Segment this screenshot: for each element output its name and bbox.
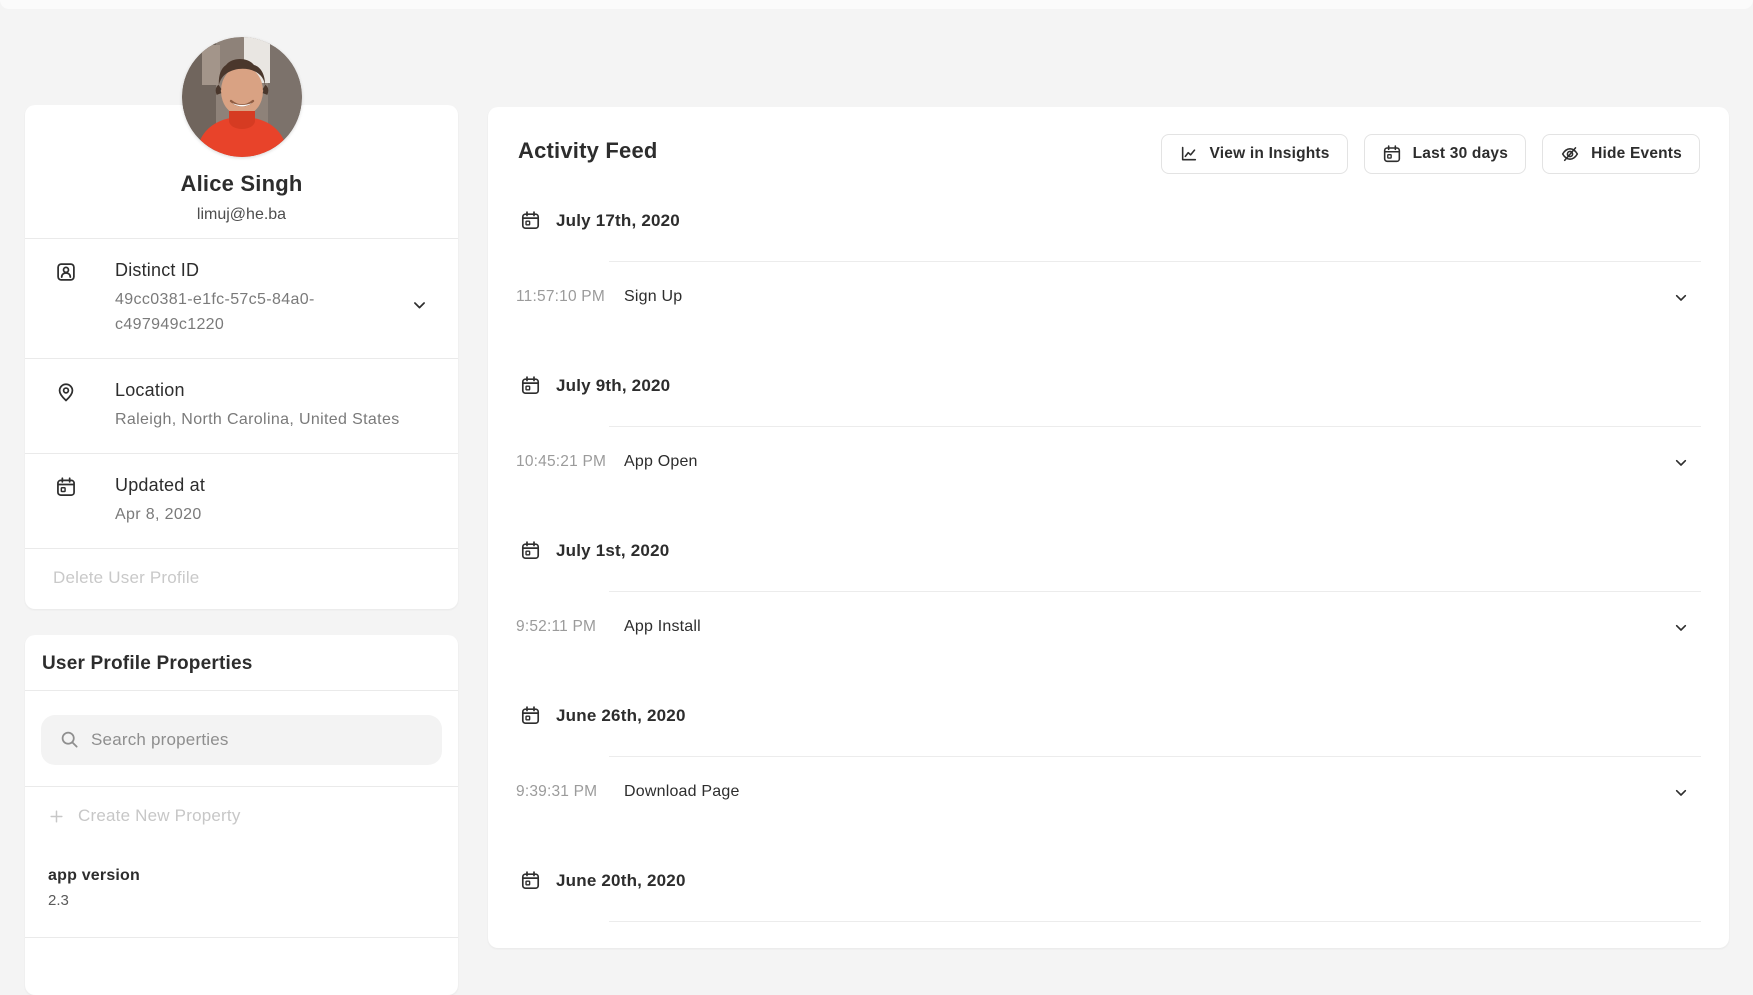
event-name: App Install (624, 618, 701, 636)
property-value: 2.3 (48, 891, 435, 910)
button-label: View in Insights (1210, 145, 1330, 163)
event-name: App Open (624, 453, 698, 471)
calendar-icon (520, 210, 541, 231)
date-header: July 1st, 2020 (516, 540, 1701, 561)
activity-feed-header: Activity Feed View in Insights Last 30 d… (488, 107, 1729, 164)
date-label: June 20th, 2020 (556, 871, 686, 891)
event-expand-row[interactable]: Download Page (609, 756, 1701, 801)
feed-group: June 20th, 2020 (516, 870, 1701, 948)
activity-feed-card: Activity Feed View in Insights Last 30 d… (488, 107, 1729, 948)
eye-off-icon (1560, 144, 1580, 164)
chevron-down-icon (1673, 290, 1689, 306)
user-profile-properties-card: User Profile Properties Create New Prope… (25, 635, 458, 995)
activity-feed-actions: View in Insights Last 30 days Hide Event… (1161, 134, 1700, 174)
view-in-insights-button[interactable]: View in Insights (1161, 134, 1348, 174)
button-label: Last 30 days (1413, 145, 1508, 163)
properties-title: User Profile Properties (25, 635, 458, 691)
chevron-down-icon (1673, 785, 1689, 801)
id-card-icon (55, 261, 77, 283)
field-row-location: Location Raleigh, North Carolina, United… (25, 359, 458, 454)
event-time: 9:52:11 PM (516, 591, 609, 636)
event-expand-row[interactable]: App Install (609, 591, 1701, 636)
properties-search-block (25, 691, 458, 787)
date-label: July 1st, 2020 (556, 541, 669, 561)
calendar-icon (520, 540, 541, 561)
field-value: Raleigh, North Carolina, United States (115, 407, 430, 432)
field-value: Apr 8, 2020 (115, 502, 430, 527)
property-item: app version 2.3 (25, 844, 458, 938)
plus-icon (48, 808, 65, 825)
event-row: 10:45:21 PM App Open (516, 426, 1701, 471)
event-row: 9:39:31 PM Download Page (516, 756, 1701, 801)
field-row-distinct-id: Distinct ID 49cc0381-e1fc-57c5-84a0-c497… (25, 239, 458, 359)
date-label: July 9th, 2020 (556, 376, 670, 396)
event-row: 11:57:10 PM Sign Up (516, 261, 1701, 306)
date-header: June 26th, 2020 (516, 705, 1701, 726)
event-expand-row[interactable]: Sign Up (609, 261, 1701, 306)
feed-groups: July 17th, 2020 11:57:10 PM Sign Up July 9… (488, 210, 1729, 948)
last-30-days-button[interactable]: Last 30 days (1364, 134, 1526, 174)
top-nav-remnant (0, 0, 1753, 9)
event-content (609, 921, 1701, 948)
field-row-updated-at: Updated at Apr 8, 2020 (25, 454, 458, 549)
date-header: June 20th, 2020 (516, 870, 1701, 891)
field-value: 49cc0381-e1fc-57c5-84a0-c497949c1220 (115, 287, 357, 337)
property-name: app version (48, 866, 435, 886)
profile-card: Alice Singh limuj@he.ba Distinct ID 49cc… (25, 105, 458, 609)
event-time: 10:45:21 PM (516, 426, 609, 471)
field-label: Distinct ID (115, 260, 430, 281)
profile-name: Alice Singh (45, 171, 438, 197)
event-time: 11:57:10 PM (516, 261, 609, 306)
calendar-icon (1382, 144, 1402, 164)
feed-group: July 1st, 2020 9:52:11 PM App Install (516, 540, 1701, 636)
event-name: Download Page (624, 783, 740, 801)
calendar-icon (520, 870, 541, 891)
event-name: Sign Up (624, 288, 682, 306)
chevron-down-icon (1673, 455, 1689, 471)
search-box[interactable] (41, 715, 442, 765)
calendar-icon (55, 476, 77, 498)
button-label: Hide Events (1591, 145, 1682, 163)
event-row (516, 921, 1701, 948)
field-label: Location (115, 380, 430, 401)
profile-email: limuj@he.ba (45, 206, 438, 224)
calendar-icon (520, 705, 541, 726)
delete-user-profile-button[interactable]: Delete User Profile (25, 549, 458, 609)
date-label: June 26th, 2020 (556, 706, 686, 726)
feed-group: June 26th, 2020 9:39:31 PM Download Page (516, 705, 1701, 801)
create-new-property-button[interactable]: Create New Property (25, 787, 458, 844)
date-header: July 17th, 2020 (516, 210, 1701, 231)
field-label: Updated at (115, 475, 430, 496)
chevron-down-icon (1673, 620, 1689, 636)
chevron-down-icon[interactable] (411, 297, 428, 314)
event-time: 9:39:31 PM (516, 756, 609, 801)
event-expand-row[interactable]: App Open (609, 426, 1701, 471)
feed-group: July 17th, 2020 11:57:10 PM Sign Up (516, 210, 1701, 306)
event-row: 9:52:11 PM App Install (516, 591, 1701, 636)
location-pin-icon (55, 381, 77, 403)
feed-group: July 9th, 2020 10:45:21 PM App Open (516, 375, 1701, 471)
calendar-icon (520, 375, 541, 396)
hide-events-button[interactable]: Hide Events (1542, 134, 1700, 174)
avatar (182, 37, 302, 157)
search-properties-input[interactable] (91, 715, 432, 765)
profile-sidebar: Alice Singh limuj@he.ba Distinct ID 49cc… (25, 105, 458, 995)
search-icon (59, 729, 80, 750)
date-header: July 9th, 2020 (516, 375, 1701, 396)
event-time (516, 921, 609, 948)
date-label: July 17th, 2020 (556, 211, 680, 231)
create-new-property-label: Create New Property (78, 806, 241, 826)
line-chart-icon (1179, 144, 1199, 164)
